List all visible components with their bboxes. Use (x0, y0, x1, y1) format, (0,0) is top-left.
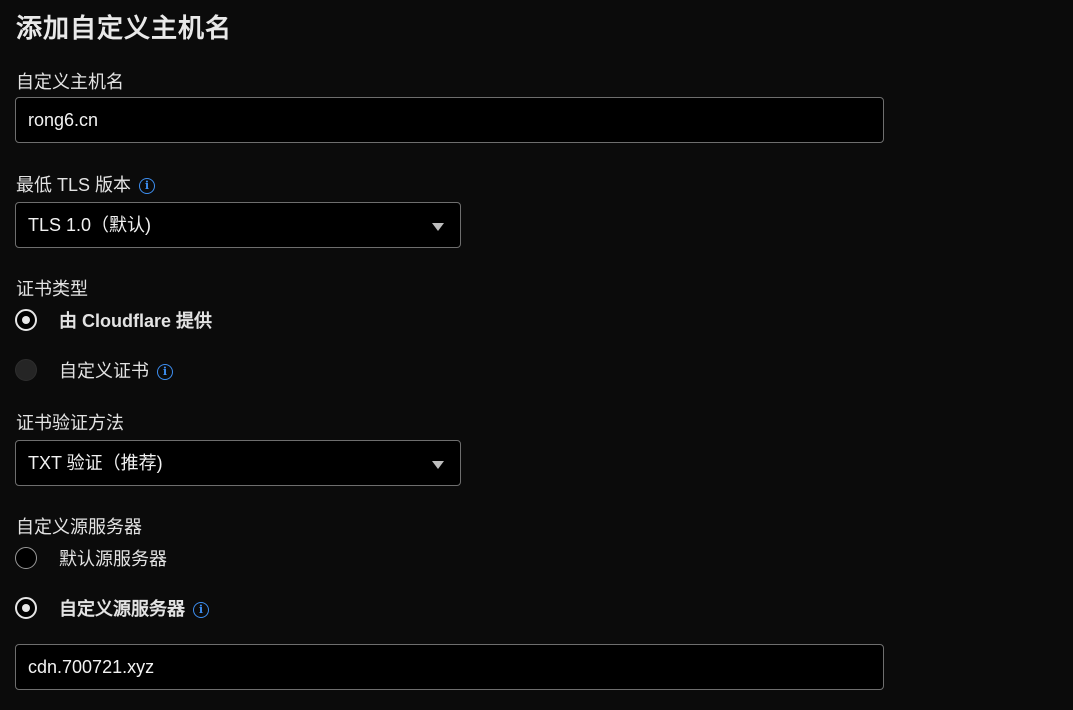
info-icon[interactable]: i (139, 178, 156, 195)
tls-version-value: TLS 1.0（默认) (28, 215, 152, 235)
info-icon[interactable]: i (157, 364, 173, 381)
radio-custom-certificate-label: 自定义证书 i (59, 357, 173, 383)
radio-custom-origin-label: 自定义源服务器 i (59, 595, 209, 621)
radio-custom-certificate[interactable] (15, 359, 37, 381)
radio-cloudflare-label: 由 Cloudflare 提供 (59, 311, 213, 331)
radio-default-origin[interactable] (15, 547, 37, 569)
hostname-input[interactable]: rong6.cn (15, 97, 884, 143)
radio-option-custom-origin[interactable]: 自定义源服务器 i (15, 595, 209, 621)
certificate-type-label: 证书类型 (16, 279, 88, 299)
radio-cloudflare[interactable] (15, 309, 37, 331)
chevron-down-icon (432, 223, 444, 231)
chevron-down-icon (432, 461, 444, 469)
radio-option-cloudflare[interactable]: 由 Cloudflare 提供 (15, 307, 212, 333)
tls-version-select[interactable]: TLS 1.0（默认) (15, 202, 461, 248)
tls-version-label-text: 最低 TLS 版本 (16, 175, 132, 195)
radio-option-custom-certificate[interactable]: 自定义证书 i (15, 357, 173, 383)
radio-option-default-origin[interactable]: 默认源服务器 (15, 545, 167, 571)
radio-custom-certificate-text: 自定义证书 (59, 361, 149, 381)
page-title: 添加自定义主机名 (16, 13, 233, 43)
verification-method-label: 证书验证方法 (16, 413, 124, 433)
verification-method-value: TXT 验证（推荐) (28, 453, 163, 473)
hostname-label: 自定义主机名 (16, 72, 124, 92)
info-icon[interactable]: i (193, 602, 209, 619)
origin-server-label: 自定义源服务器 (16, 517, 142, 537)
tls-version-label: 最低 TLS 版本 i (16, 171, 156, 197)
radio-default-origin-label: 默认源服务器 (59, 549, 167, 569)
radio-custom-origin-text: 自定义源服务器 (59, 599, 185, 619)
verification-method-select[interactable]: TXT 验证（推荐) (15, 440, 461, 486)
origin-server-input[interactable]: cdn.700721.xyz (15, 644, 884, 690)
radio-custom-origin[interactable] (15, 597, 37, 619)
